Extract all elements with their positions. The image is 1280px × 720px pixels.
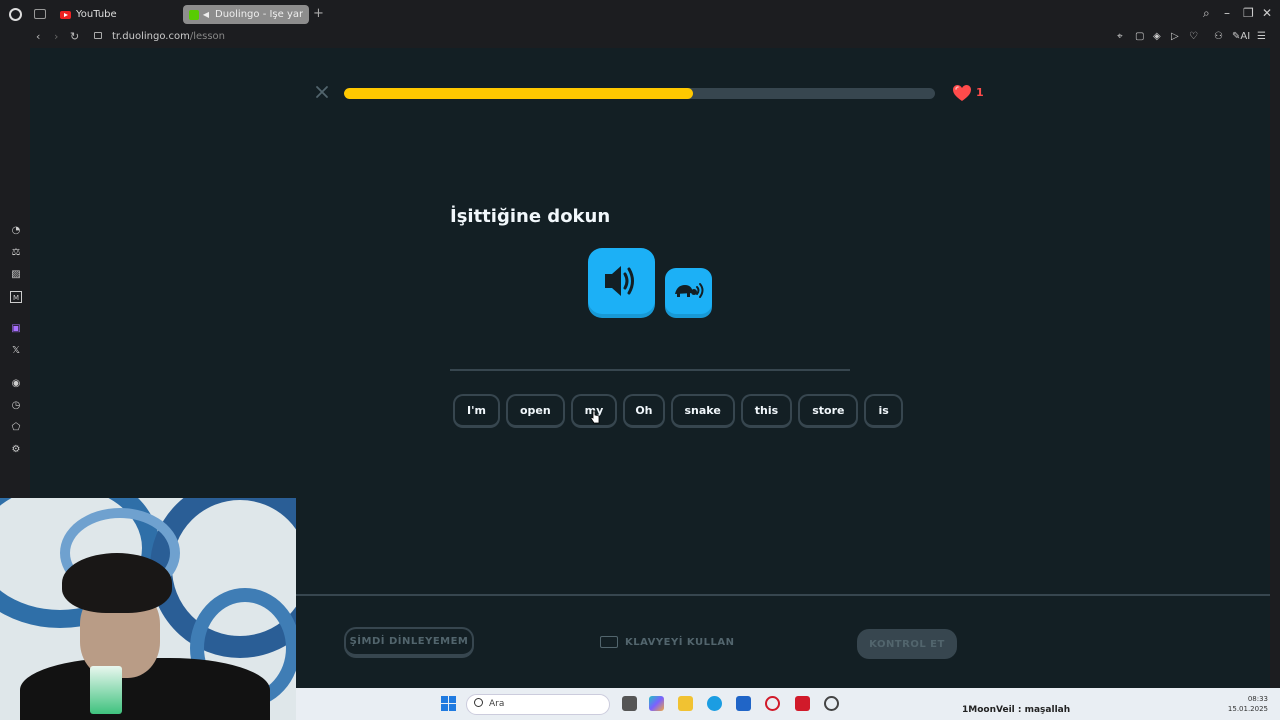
tab-duolingo[interactable]: ◀ Duolingo - İşe yarayan — [183, 5, 309, 24]
url-field[interactable]: tr.duolingo.com/lesson — [112, 31, 225, 42]
word-tile[interactable]: this — [740, 394, 793, 428]
scrollbar[interactable] — [1270, 48, 1280, 688]
play-icon[interactable]: ▷ — [1171, 31, 1179, 42]
forward-icon[interactable]: › — [54, 30, 58, 43]
history-icon[interactable]: ◷ — [10, 400, 22, 412]
word-tile[interactable]: store — [798, 394, 859, 428]
lock-icon — [94, 32, 102, 39]
answer-line — [450, 369, 850, 371]
search-tabs-icon[interactable]: ⌕ — [1203, 6, 1210, 21]
browser-tab-bar: YouTube ◀ Duolingo - İşe yarayan + ⌕ – ❐… — [0, 0, 1280, 28]
tab-label: Duolingo - İşe yarayan — [215, 9, 303, 20]
screen: { "browser": { "tabs": [ {"label": "YouT… — [0, 0, 1280, 720]
heart-icon — [953, 85, 971, 101]
word-tile[interactable]: open — [505, 394, 565, 428]
reload-icon[interactable]: ↻ — [70, 30, 79, 43]
file-explorer-icon[interactable] — [678, 696, 693, 711]
hand-cursor-icon — [590, 410, 600, 424]
browser-sidebar: ◔ ⚖ ▨ M ▣ 𝕏 ◉ ◷ ⬠ ⚙ — [0, 48, 30, 498]
opera-logo-icon[interactable] — [9, 8, 22, 21]
person-hair — [62, 553, 172, 613]
footer-divider — [295, 594, 1270, 596]
search-icon — [474, 698, 483, 707]
taskbar-search-placeholder: Ara — [489, 699, 505, 709]
new-tab-button[interactable]: + — [313, 6, 324, 21]
task-view-icon[interactable] — [622, 696, 637, 711]
messenger-icon[interactable]: M — [10, 291, 22, 303]
webcam-overlay — [0, 498, 296, 720]
minimize-button[interactable]: – — [1224, 6, 1230, 20]
keyboard-icon — [600, 636, 618, 648]
copilot-icon[interactable] — [649, 696, 664, 711]
cant-listen-button[interactable]: ŞİMDİ DİNLEYEMEM — [344, 627, 474, 658]
clock-date: 15.01.2025 — [1227, 705, 1268, 713]
twitch-icon[interactable]: ▣ — [10, 323, 22, 335]
menu-icon[interactable]: ☰ — [1257, 31, 1266, 42]
back-icon[interactable]: ‹ — [36, 30, 40, 43]
clock-time: 08:33 — [1247, 695, 1268, 703]
desk-light — [90, 666, 122, 714]
turtle-icon — [675, 283, 704, 298]
youtube-icon — [60, 10, 71, 19]
extensions-icon[interactable]: ⬠ — [10, 422, 22, 434]
opera-taskbar-icon[interactable] — [765, 696, 780, 711]
word-tile[interactable]: I'm — [453, 394, 500, 428]
word-tile[interactable]: Oh — [623, 394, 665, 428]
challenge-prompt: İşittiğine dokun — [450, 206, 611, 227]
sound-playing-icon: ◀ — [202, 10, 210, 19]
play-audio-button[interactable] — [588, 248, 655, 314]
hearts-count: 1 — [976, 86, 984, 99]
profile-icon[interactable]: ⚇ — [1214, 31, 1223, 42]
word-tile[interactable]: snake — [670, 394, 735, 428]
tab-label: YouTube — [76, 9, 117, 20]
windows-start-icon[interactable] — [441, 696, 456, 711]
speaker-icon — [605, 266, 634, 296]
obs-icon[interactable] — [824, 696, 839, 711]
use-keyboard-button[interactable]: KLAVYEYİ KULLAN — [600, 634, 734, 650]
opera-gx-icon[interactable] — [795, 696, 810, 711]
maximize-button[interactable]: ❐ — [1243, 6, 1254, 20]
close-lesson-icon[interactable] — [315, 85, 329, 99]
lesson-progress-fill — [344, 88, 693, 99]
word-tile[interactable]: is — [864, 394, 903, 428]
pin-icon[interactable]: ⌖ — [1117, 31, 1123, 42]
stream-chat-message: 1MoonVeil : maşallah — [962, 705, 1071, 715]
check-button[interactable]: KONTROL ET — [857, 629, 957, 659]
play-slow-audio-button[interactable] — [665, 268, 712, 314]
tab-youtube[interactable]: YouTube — [54, 5, 174, 24]
duolingo-icon — [189, 9, 199, 20]
aria-icon[interactable]: ◔ — [10, 225, 22, 237]
tab-menu-icon[interactable] — [34, 9, 46, 19]
aria-ai-icon[interactable]: ✎AI — [1232, 31, 1250, 42]
store-icon[interactable] — [736, 696, 751, 711]
word-bank: I'm open my Oh snake this store is — [453, 394, 903, 428]
crypto-wallet-icon[interactable]: ⚖ — [10, 247, 22, 259]
lesson-progress-bar — [344, 88, 935, 99]
video-player-icon[interactable]: ◉ — [10, 378, 22, 390]
taskbar-search[interactable] — [466, 694, 610, 715]
taskbar-clock[interactable]: 08:33 15.01.2025 — [1226, 694, 1268, 714]
settings-icon[interactable]: ⚙ — [10, 444, 22, 456]
player-icon[interactable]: ▨ — [10, 269, 22, 281]
x-twitter-icon[interactable]: 𝕏 — [10, 345, 22, 357]
heart-bookmark-icon[interactable]: ♡ — [1189, 31, 1198, 42]
shield-icon[interactable]: ◈ — [1153, 31, 1161, 42]
edge-icon[interactable] — [707, 696, 722, 711]
close-window-button[interactable]: ✕ — [1262, 6, 1272, 20]
use-keyboard-label: KLAVYEYİ KULLAN — [625, 636, 735, 648]
snapshot-icon[interactable]: ▢ — [1135, 31, 1144, 42]
